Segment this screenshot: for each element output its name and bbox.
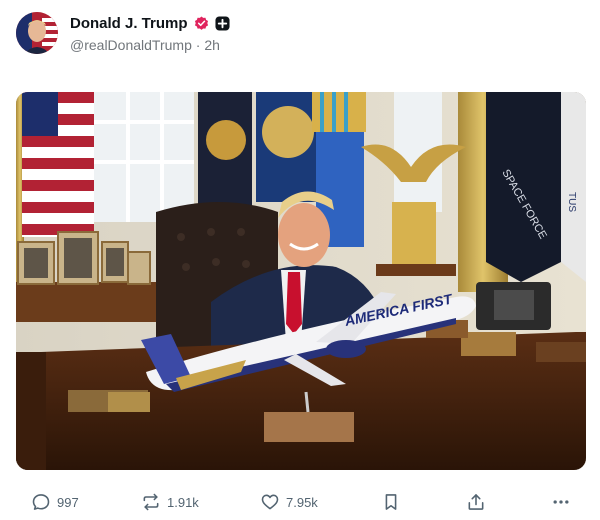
like-button[interactable]: 7.95k [260, 492, 318, 512]
repost-count: 1.91k [167, 494, 199, 510]
reply-count: 997 [57, 494, 79, 510]
more-options-button[interactable] [551, 492, 571, 512]
like-icon [260, 492, 280, 512]
bookmark-button[interactable] [381, 492, 401, 512]
verified-icon [194, 15, 209, 31]
action-bar: 997 1.91k 7.95k [0, 488, 600, 520]
share-icon [466, 492, 486, 512]
partial-flag-text: TUS [566, 192, 577, 212]
separator: · [195, 37, 201, 53]
plus-badge-icon [214, 15, 230, 31]
author-handle[interactable]: @realDonaldTrump [70, 37, 192, 53]
author-handle-row: @realDonaldTrump · 2h [70, 37, 220, 53]
reply-icon [31, 492, 51, 512]
like-count: 7.95k [286, 494, 318, 510]
more-icon [551, 492, 571, 512]
bookmark-icon [381, 492, 401, 512]
reply-button[interactable]: 997 [31, 492, 79, 512]
avatar[interactable] [16, 12, 58, 54]
author-display-name[interactable]: Donald J. Trump [70, 15, 188, 32]
repost-button[interactable]: 1.91k [141, 492, 199, 512]
repost-icon [141, 492, 161, 512]
author-name-row: Donald J. Trump [70, 13, 230, 33]
post-image[interactable]: SPACE FORCE TUS AMERICA FIRST [16, 92, 586, 470]
post-time[interactable]: 2h [204, 37, 220, 53]
share-button[interactable] [466, 492, 486, 512]
post-card: Donald J. Trump @realDonaldTrump · 2h SP… [0, 0, 600, 520]
